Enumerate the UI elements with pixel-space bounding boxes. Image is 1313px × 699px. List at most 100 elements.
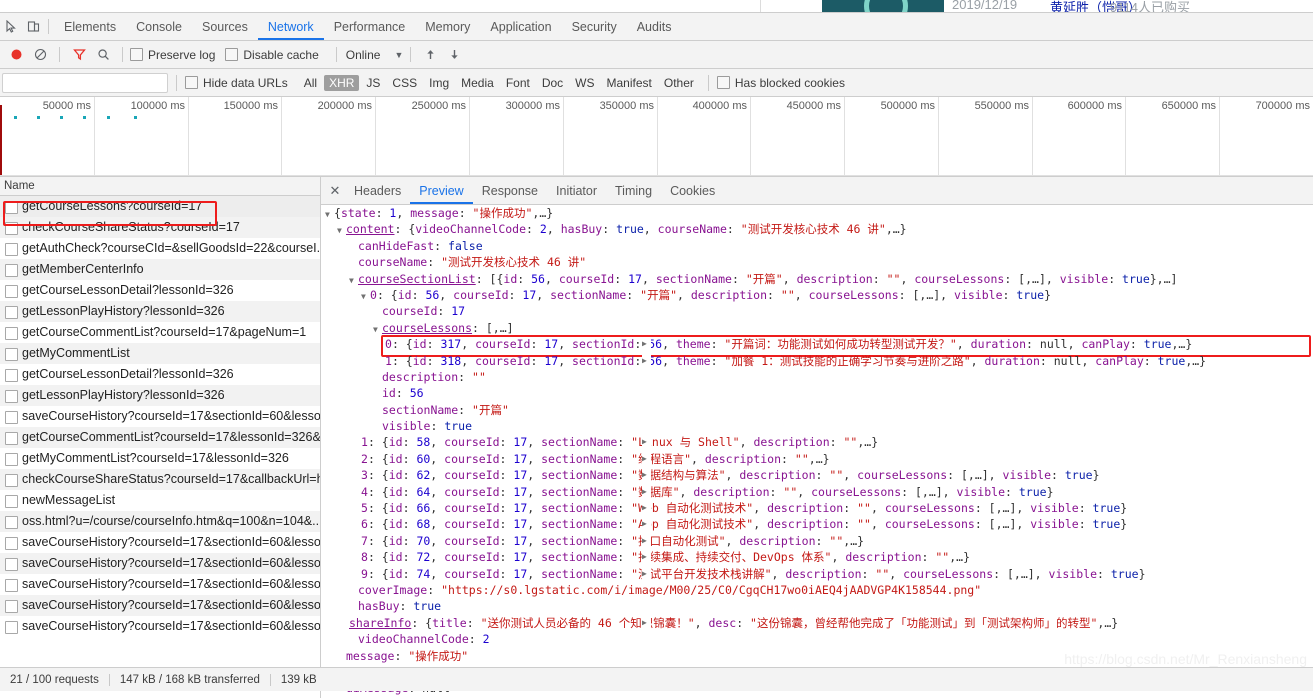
- filter-type-doc[interactable]: Doc: [537, 75, 568, 91]
- json-tree-line[interactable]: content: {videoChannelCode: 2, hasBuy: t…: [321, 221, 1313, 237]
- filter-type-other[interactable]: Other: [659, 75, 699, 91]
- tab-timing[interactable]: Timing: [606, 178, 661, 204]
- request-list-item[interactable]: getCourseLessonDetail?lessonId=326: [0, 280, 320, 301]
- clear-icon[interactable]: [28, 43, 52, 67]
- has-blocked-cookies-checkbox[interactable]: [716, 76, 730, 89]
- disable-cache-label[interactable]: Disable cache: [243, 48, 318, 62]
- request-list-item[interactable]: getCourseLessons?courseId=17: [0, 196, 320, 217]
- request-list-item[interactable]: saveCourseHistory?courseId=17&sectionId=…: [0, 553, 320, 574]
- json-tree-line[interactable]: description: "": [321, 369, 1313, 385]
- filter-icon[interactable]: [67, 43, 91, 67]
- json-tree-line[interactable]: 9: {id: 74, courseId: 17, sectionName: "…: [321, 565, 1313, 699]
- network-overview-timeline[interactable]: 50000 ms 100000 ms 150000 ms 200000 ms 25000…: [0, 97, 1313, 177]
- request-list-item[interactable]: getCourseLessonDetail?lessonId=326: [0, 364, 320, 385]
- request-list-item[interactable]: newMessageList: [0, 490, 320, 511]
- json-value: :: [395, 386, 410, 401]
- import-har-icon[interactable]: [418, 43, 442, 67]
- json-tree-line[interactable]: id: 56: [321, 385, 1313, 401]
- tab-preview[interactable]: Preview: [410, 178, 472, 204]
- json-tree-line[interactable]: courseSectionList: [{id: 56, courseId: 1…: [321, 271, 1313, 287]
- tab-initiator[interactable]: Initiator: [547, 178, 606, 204]
- hide-data-urls-checkbox[interactable]: [185, 76, 198, 89]
- json-tree-line[interactable]: sectionName: "开篇": [321, 402, 1313, 418]
- filter-type-css[interactable]: CSS: [387, 75, 422, 91]
- filter-type-all[interactable]: All: [299, 75, 322, 91]
- request-list-item[interactable]: checkCourseShareStatus?courseId=17&callb…: [0, 469, 320, 490]
- tab-network[interactable]: Network: [258, 14, 324, 40]
- tab-memory[interactable]: Memory: [415, 14, 480, 40]
- request-list-item[interactable]: checkCourseShareStatus?courseId=17: [0, 217, 320, 238]
- filter-type-media[interactable]: Media: [456, 75, 499, 91]
- request-list-item[interactable]: getCourseCommentList?courseId=17&pageNum…: [0, 322, 320, 343]
- json-tree-line[interactable]: 4: {id: 64, courseId: 17, sectionName: "…: [321, 483, 1313, 699]
- record-icon[interactable]: [4, 43, 28, 67]
- json-tree-line[interactable]: videoChannelCode: 2: [321, 631, 1313, 647]
- json-tree-line[interactable]: 1: {id: 58, courseId: 17, sectionName: "…: [321, 434, 1313, 699]
- request-list-item[interactable]: saveCourseHistory?courseId=17&sectionId=…: [0, 406, 320, 427]
- json-tree-line[interactable]: visible: true: [321, 418, 1313, 434]
- inspect-icon[interactable]: [0, 14, 22, 40]
- chevron-down-icon[interactable]: ▼: [394, 50, 403, 60]
- json-tree-line[interactable]: courseName: "测试开发核心技术 46 讲": [321, 254, 1313, 270]
- request-list-item[interactable]: getCourseCommentList?courseId=17&lessonI…: [0, 427, 320, 448]
- json-tree-line[interactable]: 0: {id: 56, courseId: 17, sectionName: "…: [321, 287, 1313, 303]
- preserve-log-label[interactable]: Preserve log: [148, 48, 215, 62]
- hide-data-urls-label[interactable]: Hide data URLs: [203, 76, 288, 90]
- filter-input[interactable]: [2, 72, 168, 93]
- tab-headers[interactable]: Headers: [345, 178, 410, 204]
- json-tree-line[interactable]: courseLessons: [,…]: [321, 320, 1313, 336]
- filter-type-manifest[interactable]: Manifest: [602, 75, 657, 91]
- has-blocked-cookies-label[interactable]: Has blocked cookies: [735, 76, 845, 90]
- tab-audits[interactable]: Audits: [627, 14, 682, 40]
- json-tree-line[interactable]: 7: {id: 70, courseId: 17, sectionName: "…: [321, 532, 1313, 699]
- close-icon[interactable]: ✕: [325, 178, 345, 204]
- export-har-icon[interactable]: [442, 43, 466, 67]
- json-tree-line[interactable]: 1: {id: 318, courseId: 17, sectionId: 56…: [321, 352, 1313, 699]
- search-icon[interactable]: [91, 43, 115, 67]
- json-tree-line[interactable]: 8: {id: 72, courseId: 17, sectionName: "…: [321, 549, 1313, 699]
- tab-performance[interactable]: Performance: [324, 14, 416, 40]
- json-tree-line[interactable]: {state: 1, message: "操作成功",…}: [321, 205, 1313, 221]
- json-tree-line[interactable]: coverImage: "https://s0.lgstatic.com/i/i…: [321, 582, 1313, 598]
- preserve-log-checkbox[interactable]: [130, 48, 143, 61]
- tab-cookies[interactable]: Cookies: [661, 178, 724, 204]
- json-key: id: [503, 271, 518, 286]
- request-list-item[interactable]: getMyCommentList?courseId=17&lessonId=32…: [0, 448, 320, 469]
- request-list-item[interactable]: saveCourseHistory?courseId=17&sectionId=…: [0, 532, 320, 553]
- throttle-select-value[interactable]: Online: [346, 48, 381, 62]
- device-toolbar-icon[interactable]: [22, 14, 44, 40]
- filter-type-img[interactable]: Img: [424, 75, 454, 91]
- filter-type-js[interactable]: JS: [361, 75, 385, 91]
- request-list-item[interactable]: getLessonPlayHistory?lessonId=326: [0, 385, 320, 406]
- request-list-item[interactable]: getAuthCheck?courseCId=&sellGoodsId=22&c…: [0, 238, 320, 259]
- json-tree-line[interactable]: canHideFast: false: [321, 238, 1313, 254]
- filter-type-font[interactable]: Font: [501, 75, 535, 91]
- json-tree-line[interactable]: 0: {id: 317, courseId: 17, sectionId: 56…: [321, 336, 1313, 699]
- tab-elements[interactable]: Elements: [54, 14, 126, 40]
- json-tree-line[interactable]: 6: {id: 68, courseId: 17, sectionName: "…: [321, 516, 1313, 699]
- overview-tick-line: [1125, 97, 1126, 176]
- request-list-header[interactable]: Name: [0, 177, 320, 196]
- tab-response[interactable]: Response: [473, 178, 547, 204]
- request-list-item[interactable]: getLessonPlayHistory?lessonId=326: [0, 301, 320, 322]
- tab-console[interactable]: Console: [126, 14, 192, 40]
- json-tree-line[interactable]: 5: {id: 66, courseId: 17, sectionName: "…: [321, 500, 1313, 699]
- filter-type-ws[interactable]: WS: [570, 75, 599, 91]
- request-list-item[interactable]: getMyCommentList: [0, 343, 320, 364]
- json-tree-line[interactable]: 3: {id: 62, courseId: 17, sectionName: "…: [321, 467, 1313, 699]
- filter-type-xhr[interactable]: XHR: [324, 74, 360, 91]
- disable-cache-checkbox[interactable]: [225, 48, 239, 61]
- json-preview-tree[interactable]: {state: 1, message: "操作成功",…}content: {v…: [321, 205, 1313, 699]
- request-list-item[interactable]: getMemberCenterInfo: [0, 259, 320, 280]
- tab-security[interactable]: Security: [562, 14, 627, 40]
- tab-sources[interactable]: Sources: [192, 14, 258, 40]
- json-tree-line[interactable]: shareInfo: {title: "送你测试人员必备的 46 个知识锦囊！"…: [321, 614, 1313, 699]
- request-list-item[interactable]: oss.html?u=/course/courseInfo.htm&q=100&…: [0, 511, 320, 532]
- request-list-item[interactable]: saveCourseHistory?courseId=17&sectionId=…: [0, 595, 320, 616]
- request-list-item[interactable]: saveCourseHistory?courseId=17&sectionId=…: [0, 616, 320, 637]
- json-tree-line[interactable]: 2: {id: 60, courseId: 17, sectionName: "…: [321, 450, 1313, 699]
- json-tree-line[interactable]: hasBuy: true: [321, 598, 1313, 614]
- tab-application[interactable]: Application: [480, 14, 561, 40]
- request-list-item[interactable]: saveCourseHistory?courseId=17&sectionId=…: [0, 574, 320, 595]
- json-tree-line[interactable]: courseId: 17: [321, 303, 1313, 319]
